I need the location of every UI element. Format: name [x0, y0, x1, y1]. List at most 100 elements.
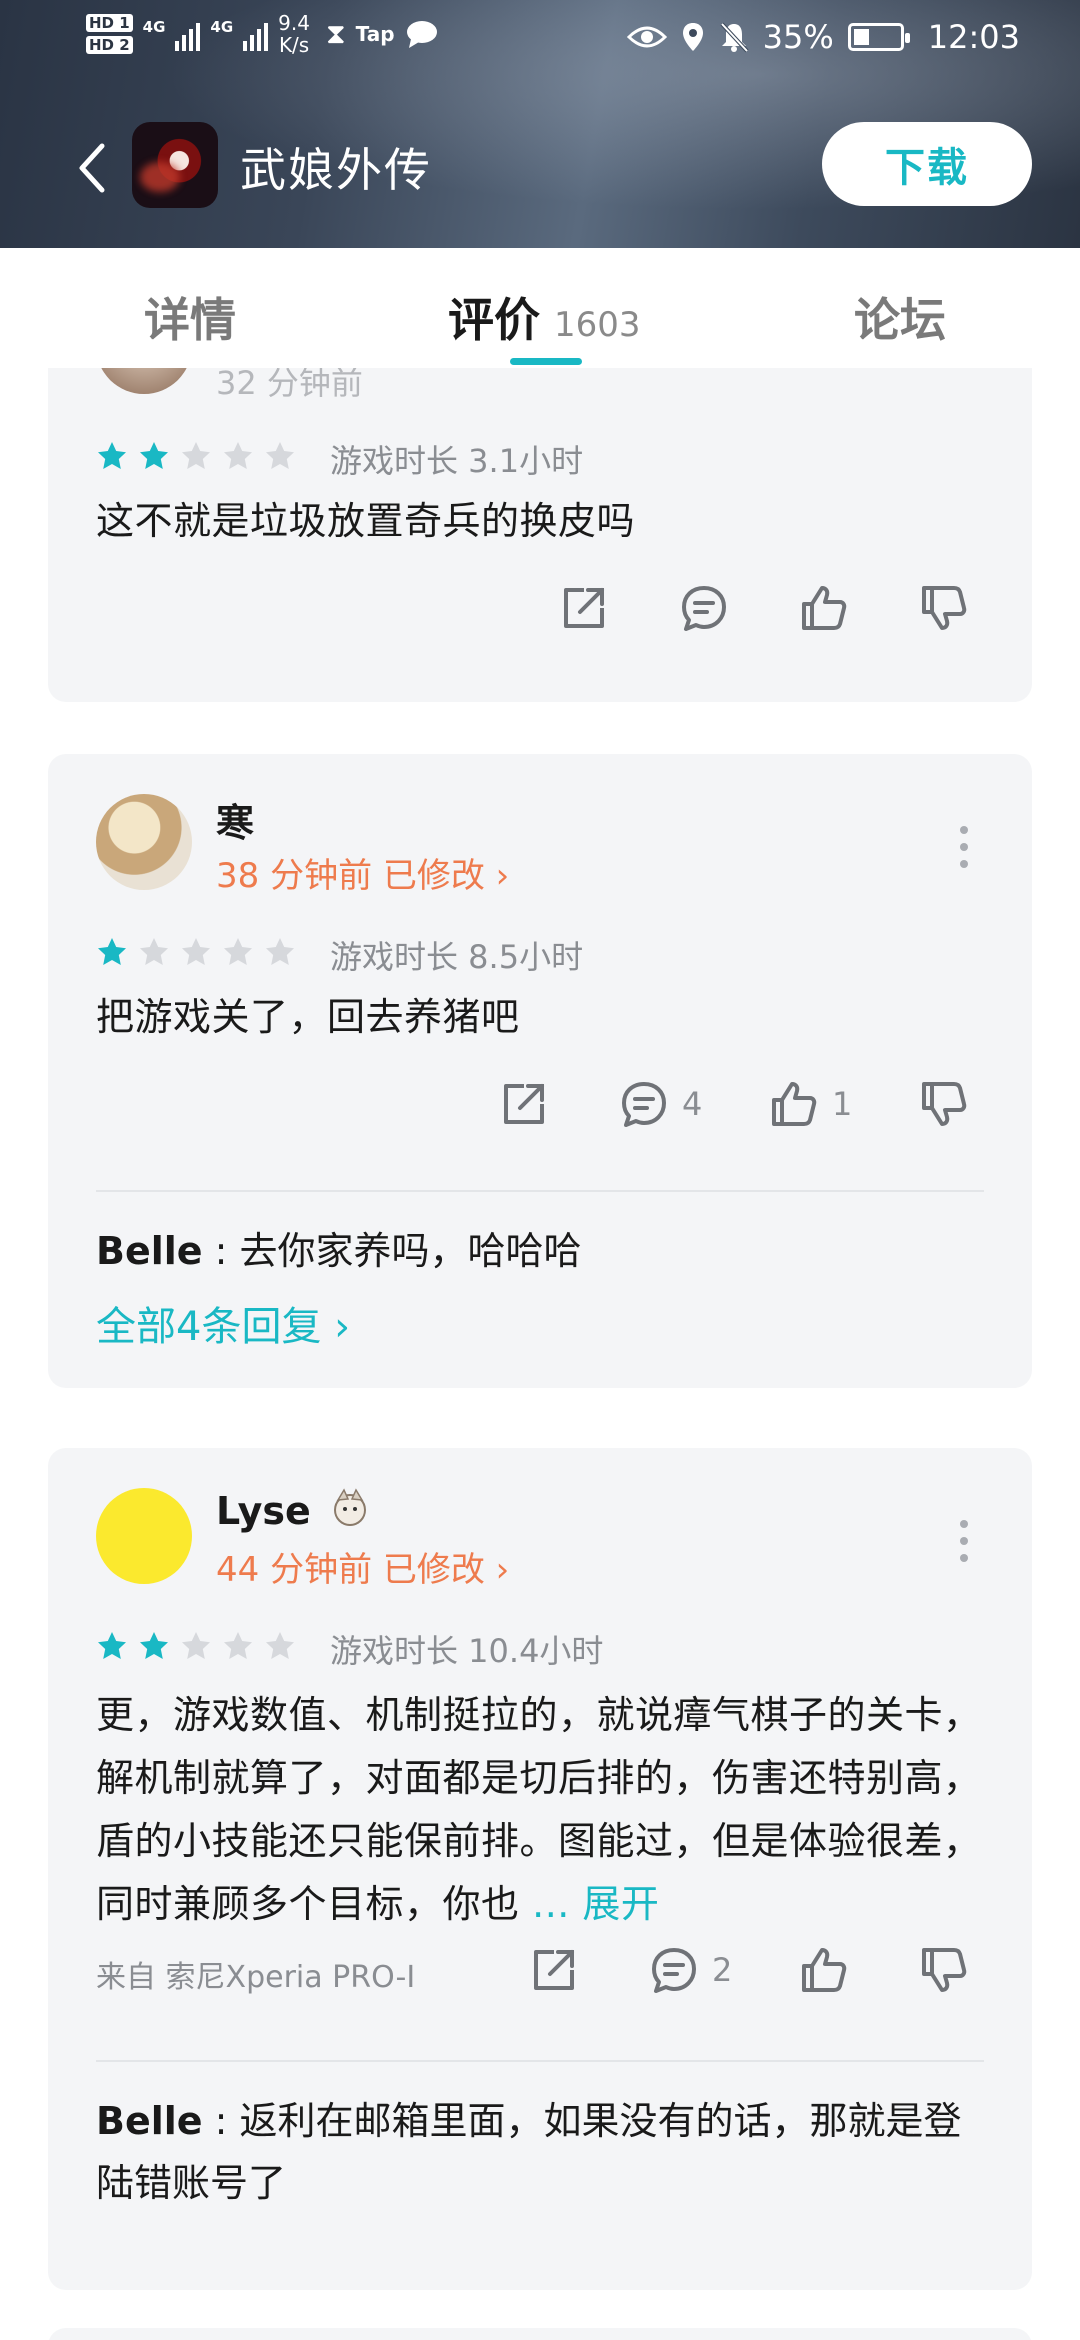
- like-count: 1: [832, 1085, 853, 1123]
- hourglass-icon: ⧗: [325, 17, 346, 50]
- location-icon: [682, 23, 703, 51]
- review-card: Lyse 44 分钟前 已修改 › 游戏时长 10.4小时 更，游戏数值、机制挺…: [48, 1448, 1032, 2290]
- tab-forum-label: 论坛: [854, 293, 946, 347]
- dislike-button[interactable]: [916, 580, 972, 636]
- review-card: 32 分钟前 游戏时长 3.1小时 这不就是垃圾放置奇兵的换皮吗: [48, 368, 1032, 702]
- review-text: 这不就是垃圾放置奇兵的换皮吗: [96, 499, 636, 543]
- star-empty-icon: [266, 1632, 294, 1659]
- like-button[interactable]: 1: [766, 1076, 852, 1132]
- more-options-icon[interactable]: [958, 1520, 970, 1562]
- sim2-badge: HD 2: [86, 36, 133, 54]
- network1-label: 4G: [142, 18, 166, 36]
- star-empty-icon: [182, 442, 210, 469]
- more-options-icon[interactable]: [958, 826, 970, 868]
- tab-details[interactable]: 详情: [144, 284, 236, 350]
- avatar[interactable]: [96, 794, 192, 890]
- star-rating: [96, 936, 296, 968]
- sim-badges: HD 1 HD 2: [86, 14, 133, 54]
- app-icon[interactable]: [132, 122, 218, 208]
- app-header: HD 1 HD 2 4G 4G 9.4 K/s ⧗ Tap 35% 12:03: [0, 0, 1080, 248]
- reply-preview[interactable]: Belle : 去你家养吗，哈哈哈: [96, 1220, 996, 1282]
- speed-value: 9.4: [278, 11, 310, 35]
- star-empty-icon: [266, 938, 294, 965]
- reply-text: : 去你家养吗，哈哈哈: [202, 1229, 582, 1273]
- divider: [96, 2060, 984, 2062]
- comment-button[interactable]: [676, 580, 732, 636]
- status-bar: HD 1 HD 2 4G 4G 9.4 K/s ⧗ Tap 35% 12:03: [0, 0, 1080, 80]
- thumbs-down-icon: [922, 586, 967, 630]
- dislike-button[interactable]: [916, 1076, 972, 1132]
- comment-icon: [682, 586, 726, 631]
- network2-label: 4G: [210, 18, 234, 36]
- review-list[interactable]: 32 分钟前 游戏时长 3.1小时 这不就是垃圾放置奇兵的换皮吗 寒 38 分钟…: [0, 368, 1080, 2340]
- reply-preview[interactable]: Belle : 返利在邮箱里面，如果没有的话，那就是登陆错账号了: [96, 2090, 996, 2214]
- signal2-icon: [243, 17, 269, 51]
- username[interactable]: 寒: [216, 792, 254, 847]
- comment-button[interactable]: 4: [616, 1076, 702, 1132]
- comment-button[interactable]: 2: [646, 1942, 732, 1998]
- signal1-icon: [175, 17, 201, 51]
- star-empty-icon: [224, 938, 252, 965]
- star-empty-icon: [266, 442, 294, 469]
- avatar[interactable]: [96, 368, 192, 394]
- app-title: 武娘外传: [240, 143, 432, 197]
- comment-count: 4: [682, 1085, 703, 1123]
- star-filled-icon: [140, 1632, 168, 1659]
- review-text: 把游戏关了，回去养猪吧: [96, 995, 520, 1039]
- tab-reviews-label: 评价: [448, 293, 540, 347]
- bell-off-icon: [720, 22, 749, 53]
- playtime: 游戏时长 3.1小时: [330, 442, 584, 480]
- battery-percent: 35%: [762, 18, 834, 56]
- star-filled-icon: [98, 938, 126, 965]
- eye-icon: [626, 26, 667, 48]
- like-button[interactable]: [796, 1942, 852, 1998]
- share-button[interactable]: [496, 1076, 552, 1132]
- reply-username[interactable]: Belle: [96, 2099, 203, 2143]
- star-rating: [96, 440, 296, 472]
- star-empty-icon: [182, 938, 210, 965]
- tab-reviews[interactable]: 评价 1603: [448, 284, 641, 350]
- tab-indicator: [510, 358, 582, 365]
- share-button[interactable]: [526, 1942, 582, 1998]
- download-button[interactable]: 下载: [822, 122, 1032, 206]
- dislike-button[interactable]: [916, 1942, 972, 1998]
- back-arrow-icon[interactable]: [66, 138, 126, 198]
- chat-bubble-icon: [406, 21, 437, 48]
- avatar[interactable]: [96, 1488, 192, 1584]
- star-filled-icon: [98, 442, 126, 469]
- playtime: 游戏时长 10.4小时: [330, 1632, 604, 1670]
- username[interactable]: Lyse: [216, 1486, 372, 1533]
- like-button[interactable]: [796, 580, 852, 636]
- speed-unit: K/s: [278, 33, 310, 57]
- star-empty-icon: [224, 1632, 252, 1659]
- share-icon: [564, 588, 604, 628]
- tab-forum[interactable]: 论坛: [854, 284, 946, 350]
- playtime: 游戏时长 8.5小时: [330, 938, 584, 976]
- star-filled-icon: [98, 1632, 126, 1659]
- share-button[interactable]: [556, 580, 612, 636]
- review-meta[interactable]: 38 分钟前 已修改 ›: [216, 848, 509, 897]
- review-meta[interactable]: 44 分钟前 已修改 ›: [216, 1542, 509, 1591]
- review-count: 1603: [554, 305, 641, 345]
- star-empty-icon: [182, 1632, 210, 1659]
- tab-details-label: 详情: [144, 293, 236, 347]
- comment-icon: [652, 1948, 696, 1993]
- review-card: 寒 38 分钟前 已修改 › 游戏时长 8.5小时 把游戏关了，回去养猪吧 4 …: [48, 754, 1032, 1388]
- share-icon: [534, 1950, 574, 1990]
- star-filled-icon: [140, 442, 168, 469]
- review-time: 32 分钟前: [216, 368, 363, 402]
- review-actions: 4 1: [48, 1076, 1032, 1136]
- expand-link[interactable]: ... 展开: [532, 1882, 659, 1926]
- all-replies-link[interactable]: 全部4条回复 ›: [96, 1294, 350, 1352]
- share-icon: [504, 1084, 544, 1124]
- reply-username[interactable]: Belle: [96, 1229, 203, 1273]
- battery-fill: [853, 29, 870, 45]
- badge-icon: [334, 1488, 367, 1526]
- network-speed: 9.4 K/s: [278, 12, 310, 56]
- review-text: 更，游戏数值、机制挺拉的，就说瘴气棋子的关卡，解机制就算了，对面都是切后排的，伤…: [96, 1684, 996, 1936]
- review-actions: [48, 580, 1032, 640]
- clock: 12:03: [927, 18, 1020, 56]
- reply-text: : 返利在邮箱里面，如果没有的话，那就是登陆错账号了: [96, 2099, 962, 2205]
- thumbs-up-icon: [802, 1948, 847, 1992]
- sim1-badge: HD 1: [86, 14, 133, 32]
